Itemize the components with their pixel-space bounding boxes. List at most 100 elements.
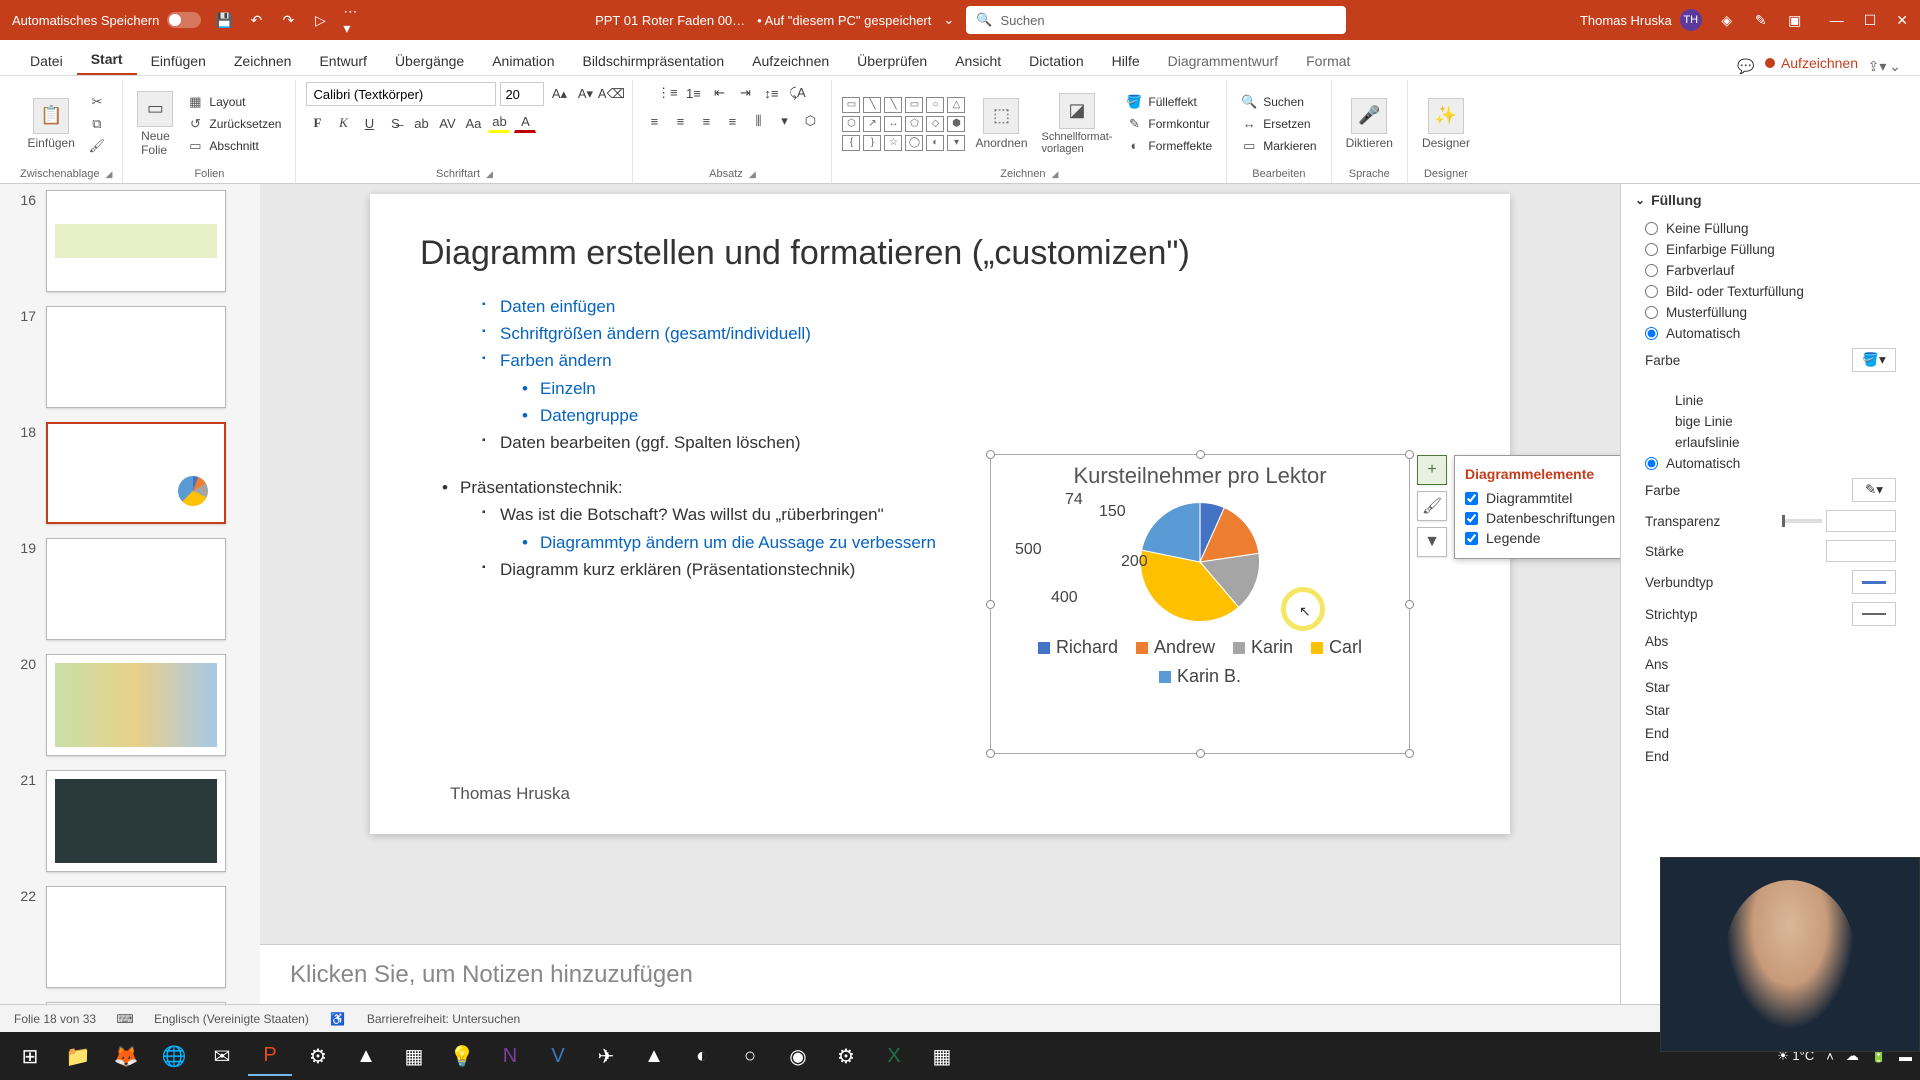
columns-button[interactable]: ⫼ — [747, 110, 769, 132]
fill-option-picture[interactable]: Bild- oder Texturfüllung — [1635, 281, 1906, 302]
powerpoint-icon[interactable]: P — [248, 1036, 292, 1076]
pen-icon[interactable]: ✎ — [1752, 11, 1770, 29]
shape-outline-button[interactable]: ✎Formkontur — [1122, 115, 1216, 133]
quick-styles-button[interactable]: ◪Schnellformat- vorlagen — [1038, 89, 1117, 159]
chart-filter-button[interactable]: ▼ — [1417, 527, 1447, 557]
highlight-color-button[interactable]: ab — [488, 113, 510, 133]
selection-handle[interactable] — [1196, 450, 1205, 459]
chart-styles-button[interactable]: 🖌 — [1417, 491, 1447, 521]
replace-button[interactable]: ↔Ersetzen — [1237, 115, 1320, 133]
cut-button[interactable]: ✂ — [85, 93, 109, 111]
tab-einfuegen[interactable]: Einfügen — [137, 45, 220, 75]
find-button[interactable]: 🔍Suchen — [1237, 93, 1320, 111]
record-button[interactable]: Aufzeichnen — [1755, 51, 1868, 75]
dictate-button[interactable]: 🎤Diktieren — [1342, 94, 1397, 154]
accessibility-indicator[interactable]: Barrierefreiheit: Untersuchen — [367, 1012, 520, 1026]
from-beginning-icon[interactable]: ▷ — [311, 11, 329, 29]
char-spacing-button[interactable]: AV — [436, 112, 458, 134]
tab-start[interactable]: Start — [77, 43, 137, 75]
title-dropdown-icon[interactable]: ⌄ — [943, 12, 954, 28]
slide-thumbnail-16[interactable] — [46, 190, 226, 292]
grow-font-icon[interactable]: A▴ — [548, 83, 570, 105]
chart-title[interactable]: Kursteilnehmer pro Lektor — [991, 463, 1409, 489]
text-direction-button[interactable]: ⤹A — [786, 82, 808, 104]
shape-fill-button[interactable]: 🪣Fülleffekt — [1122, 93, 1216, 111]
app-icon-9[interactable]: ▦ — [920, 1036, 964, 1076]
slide-thumbnail-22[interactable] — [46, 886, 226, 988]
redo-icon[interactable]: ↷ — [279, 11, 297, 29]
tab-animation[interactable]: Animation — [478, 45, 568, 75]
tab-ueberpruefen[interactable]: Überprüfen — [843, 45, 941, 75]
layout-button[interactable]: ▦Layout — [183, 93, 285, 111]
outlook-icon[interactable]: ✉ — [200, 1036, 244, 1076]
settings-icon[interactable]: ⚙ — [824, 1036, 868, 1076]
tab-bildschirmpraesentation[interactable]: Bildschirmpräsentation — [568, 45, 738, 75]
width-input[interactable] — [1826, 540, 1896, 562]
minimize-icon[interactable]: — — [1830, 12, 1844, 29]
telegram-icon[interactable]: ✈ — [584, 1036, 628, 1076]
slide-thumbnail-21[interactable] — [46, 770, 226, 872]
line-spacing-button[interactable]: ↕≡ — [760, 82, 782, 104]
fill-color-picker[interactable]: 🪣▾ — [1852, 348, 1896, 372]
tab-format[interactable]: Format — [1292, 45, 1364, 75]
italic-button[interactable]: K — [332, 112, 354, 134]
slide-canvas[interactable]: Diagramm erstellen und formatieren („cus… — [370, 194, 1510, 834]
section-button[interactable]: ▭Abschnitt — [183, 137, 285, 155]
align-left-button[interactable]: ≡ — [643, 110, 665, 132]
format-painter-button[interactable]: 🖌 — [85, 137, 109, 155]
smartart-button[interactable]: ⬡ — [799, 110, 821, 132]
slide-thumbnail-17[interactable] — [46, 306, 226, 408]
new-slide-button[interactable]: ▭ Neue Folie — [133, 87, 177, 161]
line-option-auto[interactable]: Automatisch — [1635, 453, 1906, 474]
tab-entwurf[interactable]: Entwurf — [305, 45, 380, 75]
vlc-icon[interactable]: ▲ — [344, 1036, 388, 1076]
copy-button[interactable]: ⧉ — [85, 115, 109, 133]
comments-icon[interactable]: 💬 — [1737, 57, 1755, 75]
font-family-select[interactable] — [306, 82, 496, 106]
slide-counter[interactable]: Folie 18 von 33 — [14, 1012, 96, 1026]
onenote-icon[interactable]: N — [488, 1036, 532, 1076]
paste-button[interactable]: 📋 Einfügen — [24, 94, 79, 154]
tab-hilfe[interactable]: Hilfe — [1098, 45, 1154, 75]
fill-option-solid[interactable]: Einfarbige Füllung — [1635, 239, 1906, 260]
qat-more-icon[interactable]: ⋯▾ — [343, 11, 361, 29]
fill-option-auto[interactable]: Automatisch — [1635, 323, 1906, 344]
fill-option-gradient[interactable]: Farbverlauf — [1635, 260, 1906, 281]
justify-button[interactable]: ≡ — [721, 110, 743, 132]
align-right-button[interactable]: ≡ — [695, 110, 717, 132]
numbering-button[interactable]: 1≡ — [682, 82, 704, 104]
window-icon[interactable]: ▣ — [1786, 11, 1804, 29]
selection-handle[interactable] — [1405, 749, 1414, 758]
selection-handle[interactable] — [1405, 450, 1414, 459]
toggle-switch[interactable] — [167, 12, 201, 28]
slide-thumbnail-19[interactable] — [46, 538, 226, 640]
tab-zeichnen[interactable]: Zeichnen — [220, 45, 306, 75]
language-icon[interactable]: ⌨ — [116, 1011, 134, 1027]
line-color-picker[interactable]: ✎▾ — [1852, 478, 1896, 502]
slide-thumbnail-18[interactable] — [46, 422, 226, 524]
reset-button[interactable]: ↺Zurücksetzen — [183, 115, 285, 133]
dash-dropdown[interactable] — [1852, 602, 1896, 626]
compound-dropdown[interactable] — [1852, 570, 1896, 594]
file-explorer-icon[interactable]: 📁 — [56, 1036, 100, 1076]
strikethrough-button[interactable]: S̶ — [384, 112, 406, 134]
chrome-icon[interactable]: 🌐 — [152, 1036, 196, 1076]
transparency-slider[interactable] — [1782, 519, 1822, 523]
shapes-gallery[interactable]: ▭╲╲▭○△ ⬡↗↔⬠◇⬢ {}☆◯◐▾ — [842, 97, 965, 151]
firefox-icon[interactable]: 🦊 — [104, 1036, 148, 1076]
fill-option-pattern[interactable]: Musterfüllung — [1635, 302, 1906, 323]
bold-button[interactable]: F — [306, 112, 328, 134]
undo-icon[interactable]: ↶ — [247, 11, 265, 29]
select-button[interactable]: ▭Markieren — [1237, 137, 1320, 155]
slide-thumbnail-20[interactable] — [46, 654, 226, 756]
tab-dictation[interactable]: Dictation — [1015, 45, 1097, 75]
app-icon-4[interactable]: V — [536, 1036, 580, 1076]
app-icon-8[interactable]: ◉ — [776, 1036, 820, 1076]
autosave-toggle[interactable]: Automatisches Speichern — [12, 12, 201, 28]
popup-checkbox-datalabels[interactable]: Datenbeschriftungen — [1465, 508, 1620, 528]
tab-uebergaenge[interactable]: Übergänge — [381, 45, 478, 75]
popup-checkbox-title[interactable]: Diagrammtitel — [1465, 488, 1620, 508]
user-badge[interactable]: Thomas Hruska TH — [1580, 9, 1702, 31]
share-icon[interactable]: ⇪▾ — [1868, 57, 1886, 75]
diamond-icon[interactable]: ◈ — [1718, 11, 1736, 29]
